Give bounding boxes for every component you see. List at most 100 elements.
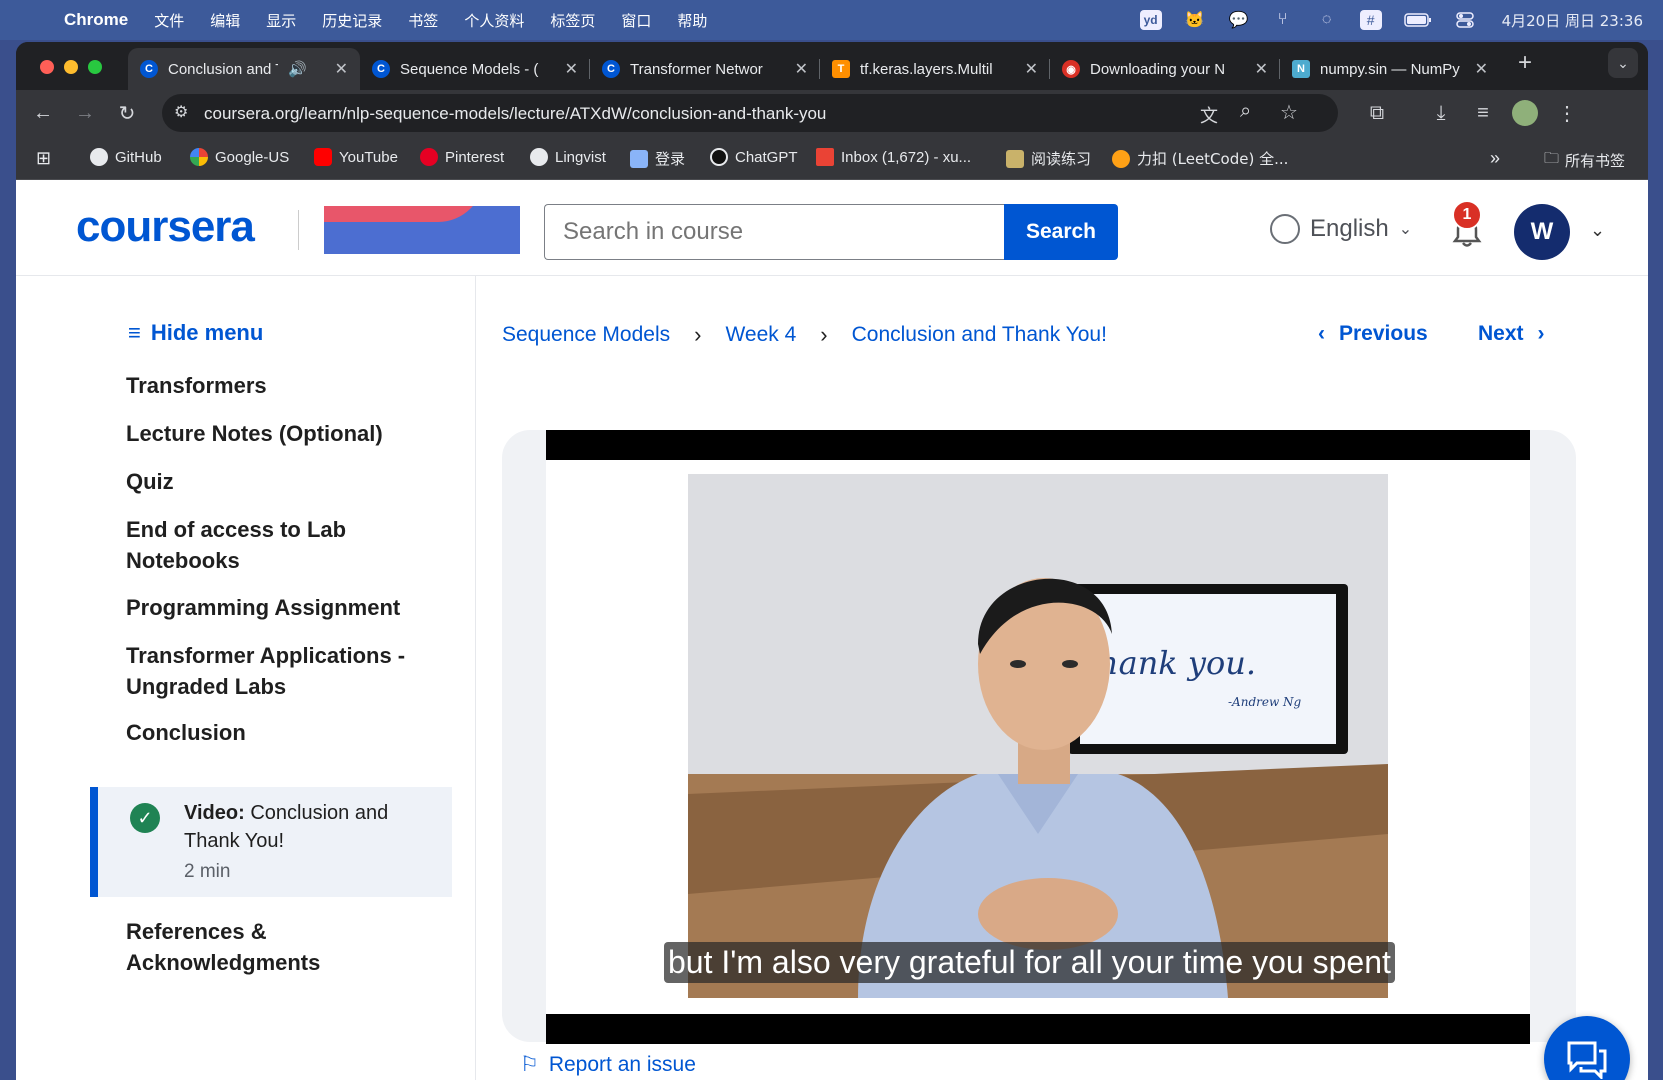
hamburger-icon: ≡ <box>128 320 141 345</box>
new-tab-icon[interactable]: + <box>1510 48 1540 78</box>
battery-icon[interactable] <box>1403 10 1432 30</box>
hide-menu-button[interactable]: ≡ Hide menu <box>128 320 263 346</box>
bookmark-youtube[interactable]: YouTube <box>314 148 398 166</box>
tab-downloading[interactable]: ◉ Downloading your N ✕ <box>1050 48 1280 90</box>
sidebar-item-references[interactable]: References & Acknowledgments <box>126 916 346 978</box>
close-tab-icon[interactable]: ✕ <box>1025 59 1038 79</box>
bookmark-google-us[interactable]: Google-US <box>190 148 289 166</box>
coursera-logo[interactable]: coursera <box>76 202 255 252</box>
menu-history[interactable]: 历史记录 <box>322 10 382 31</box>
bookmark-lingvist[interactable]: Lingvist <box>530 148 606 166</box>
media-controls-icon[interactable]: ≡ <box>1468 98 1498 128</box>
sidebar-item-quiz[interactable]: Quiz <box>126 466 446 497</box>
search-button[interactable]: Search <box>1004 204 1118 260</box>
address-bar[interactable]: ⚙ coursera.org/learn/nlp-sequence-models… <box>162 94 1338 132</box>
tab-numpy-sin[interactable]: N numpy.sin — NumPy ✕ <box>1280 48 1500 90</box>
url-text[interactable]: coursera.org/learn/nlp-sequence-models/l… <box>204 104 826 124</box>
bookmark-label: Google-US <box>215 148 290 166</box>
tab-search-icon[interactable]: ⌄ <box>1608 48 1638 78</box>
chrome-window: C Conclusion and T 🔊 ✕ C Sequence Models… <box>16 42 1648 1080</box>
sidebar-item-end-of-access[interactable]: End of access to Lab Notebooks <box>126 514 366 576</box>
user-avatar[interactable]: W <box>1514 204 1570 260</box>
maximize-window-button[interactable] <box>88 60 102 74</box>
bookmark-login[interactable]: 登录 <box>630 148 685 169</box>
next-button[interactable]: Next › <box>1478 322 1545 346</box>
notification-badge[interactable]: 1 <box>1452 200 1482 230</box>
breadcrumb-lecture[interactable]: Conclusion and Thank You! <box>852 323 1107 347</box>
download-icon[interactable]: ⤓ <box>1426 98 1456 128</box>
menu-help[interactable]: 帮助 <box>677 10 707 31</box>
close-window-button[interactable] <box>40 60 54 74</box>
all-bookmarks[interactable]: 🗀 所有书签 <box>1544 148 1625 173</box>
menu-edit[interactable]: 编辑 <box>210 10 240 31</box>
control-center-icon[interactable] <box>1454 10 1476 30</box>
bookmark-star-icon[interactable]: ☆ <box>1280 100 1298 125</box>
cat-icon[interactable]: 🐱 <box>1184 10 1206 30</box>
chevron-down-icon: ⌄ <box>1398 221 1413 238</box>
close-tab-icon[interactable]: ✕ <box>795 59 808 79</box>
menu-view[interactable]: 显示 <box>266 10 296 31</box>
wechat-icon[interactable]: 💬 <box>1228 10 1250 30</box>
tab-transformer-network[interactable]: C Transformer Networ ✕ <box>590 48 820 90</box>
coursera-favicon-icon: C <box>602 60 620 78</box>
more-bookmarks-icon[interactable]: » <box>1490 148 1500 169</box>
partner-logo[interactable] <box>324 206 520 254</box>
chevron-right-icon: › <box>1537 322 1545 345</box>
tab-conclusion[interactable]: C Conclusion and T 🔊 ✕ <box>128 48 360 90</box>
close-tab-icon[interactable]: ✕ <box>565 59 578 79</box>
menubar-clock[interactable]: 4月20日 周日 23:36 <box>1502 10 1643 31</box>
bookmark-label: 阅读练习 <box>1031 150 1092 168</box>
close-tab-icon[interactable]: ✕ <box>1255 59 1268 79</box>
menu-profiles[interactable]: 个人资料 <box>464 10 524 31</box>
bookmark-leetcode[interactable]: 力扣 (LeetCode) 全... <box>1112 148 1288 169</box>
chevron-left-icon: ‹ <box>1318 322 1325 345</box>
bookmark-reading[interactable]: 阅读练习 <box>1006 148 1091 169</box>
back-icon[interactable]: ← <box>28 98 58 128</box>
profile-avatar-icon[interactable] <box>1510 98 1540 128</box>
bookmark-github[interactable]: GitHub <box>90 148 162 166</box>
tab-strip: C Conclusion and T 🔊 ✕ C Sequence Models… <box>16 42 1648 90</box>
sidebar-item-lecture-notes[interactable]: Lecture Notes (Optional) <box>126 418 446 449</box>
tab-tf-keras[interactable]: T tf.keras.layers.Multil ✕ <box>820 48 1050 90</box>
bookmark-inbox[interactable]: Inbox (1,672) - xu... <box>816 148 971 166</box>
menu-tab[interactable]: 标签页 <box>550 10 595 31</box>
video-player[interactable]: hank you. -Andrew Ng but I'm also very g… <box>546 430 1530 1044</box>
input-method-icon[interactable]: # <box>1359 10 1382 30</box>
zoom-icon[interactable]: ⌕ <box>1240 100 1251 123</box>
extensions-icon[interactable]: ⧉ <box>1362 98 1392 128</box>
globe-icon <box>1270 214 1300 244</box>
youdao-icon[interactable]: yd <box>1139 10 1162 30</box>
sidebar-item-active-video[interactable]: ✓ Video: Conclusion and Thank You! 2 min <box>90 787 452 897</box>
sidebar-item-programming-assignment[interactable]: Programming Assignment <box>126 592 446 623</box>
report-issue-link[interactable]: ⚐ Report an issue <box>520 1052 696 1077</box>
chevron-down-icon[interactable]: ⌄ <box>1590 220 1605 241</box>
connection-icon[interactable]: ⑂ <box>1272 10 1294 30</box>
sidebar-item-conclusion[interactable]: Conclusion <box>126 717 446 748</box>
menu-window[interactable]: 窗口 <box>621 10 651 31</box>
language-selector[interactable]: English ⌄ <box>1270 214 1412 244</box>
bookmark-pinterest[interactable]: Pinterest <box>420 148 504 166</box>
previous-button[interactable]: ‹ Previous <box>1318 322 1428 346</box>
bookmark-chatgpt[interactable]: ChatGPT <box>710 148 798 166</box>
menu-bookmarks[interactable]: 书签 <box>408 10 438 31</box>
translate-icon[interactable]: 文 <box>1200 102 1218 128</box>
minimize-window-button[interactable] <box>64 60 78 74</box>
more-menu-icon[interactable]: ⋮ <box>1552 98 1582 128</box>
menu-app-name[interactable]: Chrome <box>64 10 128 30</box>
breadcrumb-week[interactable]: Week 4 <box>725 323 796 347</box>
site-settings-icon[interactable]: ⚙ <box>174 102 188 122</box>
chat-bubble-icon[interactable]: ◌ <box>1316 10 1338 30</box>
search-input[interactable] <box>544 204 1004 260</box>
close-tab-icon[interactable]: ✕ <box>1475 59 1488 79</box>
tab-sequence-models[interactable]: C Sequence Models - ( ✕ <box>360 48 590 90</box>
sidebar-item-transformer-applications[interactable]: Transformer Applications - Ungraded Labs <box>126 640 426 702</box>
close-tab-icon[interactable]: ✕ <box>335 59 348 79</box>
apps-grid-icon[interactable]: ⊞ <box>36 148 51 169</box>
login-icon <box>630 149 648 168</box>
forward-icon[interactable]: → <box>70 98 100 128</box>
breadcrumb-course[interactable]: Sequence Models <box>502 323 670 347</box>
audio-playing-icon[interactable]: 🔊 <box>288 60 307 78</box>
sidebar-item-transformers[interactable]: Transformers <box>126 370 446 401</box>
reload-icon[interactable]: ↻ <box>112 98 142 128</box>
menu-file[interactable]: 文件 <box>154 10 184 31</box>
